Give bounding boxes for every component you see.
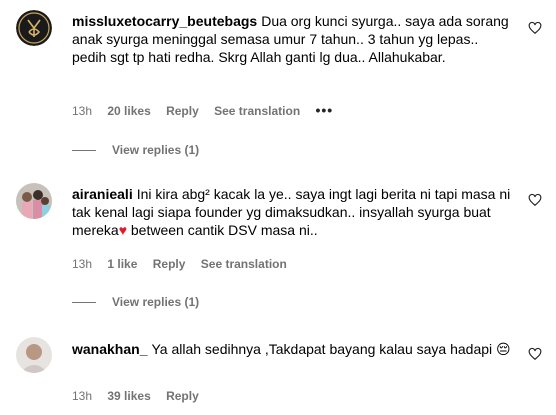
reply-button[interactable]: Reply xyxy=(153,257,186,271)
reply-button[interactable]: Reply xyxy=(166,104,199,118)
comment-meta: 13h 20 likes Reply See translation ••• xyxy=(72,102,345,118)
heart-outline-icon[interactable] xyxy=(528,21,542,35)
avatar-family-photo-icon xyxy=(16,183,52,219)
see-translation-button[interactable]: See translation xyxy=(201,257,287,271)
heart-outline-icon[interactable] xyxy=(528,347,542,361)
see-translation-button[interactable]: See translation xyxy=(214,104,300,118)
view-replies-label: View replies (1) xyxy=(112,143,200,157)
replies-divider xyxy=(72,150,96,152)
view-replies-label: View replies (1) xyxy=(112,295,200,309)
comment-username[interactable]: airanieali xyxy=(72,186,133,202)
comment-likes[interactable]: 20 likes xyxy=(107,104,150,118)
comment-meta: 13h 1 like Reply See translation xyxy=(72,256,299,272)
comment-body: airanieali Ini kira abg² kacak la ye.. sa… xyxy=(72,185,512,239)
avatar-ysl-logo-icon xyxy=(16,10,52,46)
view-replies-button[interactable]: View replies (1) xyxy=(72,294,199,310)
view-replies-button[interactable]: View replies (1) xyxy=(72,142,199,158)
avatar[interactable] xyxy=(16,337,52,373)
replies-divider xyxy=(72,302,96,304)
comment-time: 13h xyxy=(72,389,93,403)
avatar-person-photo-icon xyxy=(16,337,52,373)
red-heart-emoji: ♥ xyxy=(118,222,127,238)
more-options-icon[interactable]: ••• xyxy=(316,102,334,118)
comment-likes[interactable]: 39 likes xyxy=(107,389,150,403)
comment-time: 13h xyxy=(72,104,93,118)
avatar[interactable] xyxy=(16,10,52,46)
comment-username[interactable]: wanakhan_ xyxy=(72,341,147,357)
comment-body: wanakhan_ Ya allah sedihnya ,Takdapat bay… xyxy=(72,340,512,358)
comment-text: Ya allah sedihnya ,Takdapat bayang kalau… xyxy=(151,341,511,357)
comment-time: 13h xyxy=(72,257,93,271)
comment-username[interactable]: missluxetocarry_beutebags xyxy=(72,13,257,29)
comment-text-continued: between cantik DSV masa ni.. xyxy=(127,222,318,238)
comment-meta: 13h 39 likes Reply xyxy=(72,388,211,404)
heart-outline-icon[interactable] xyxy=(528,193,542,207)
avatar[interactable] xyxy=(16,183,52,219)
reply-button[interactable]: Reply xyxy=(166,389,199,403)
comment-likes[interactable]: 1 like xyxy=(107,257,137,271)
comment-body: missluxetocarry_beutebags Dua org kunci s… xyxy=(72,12,512,66)
